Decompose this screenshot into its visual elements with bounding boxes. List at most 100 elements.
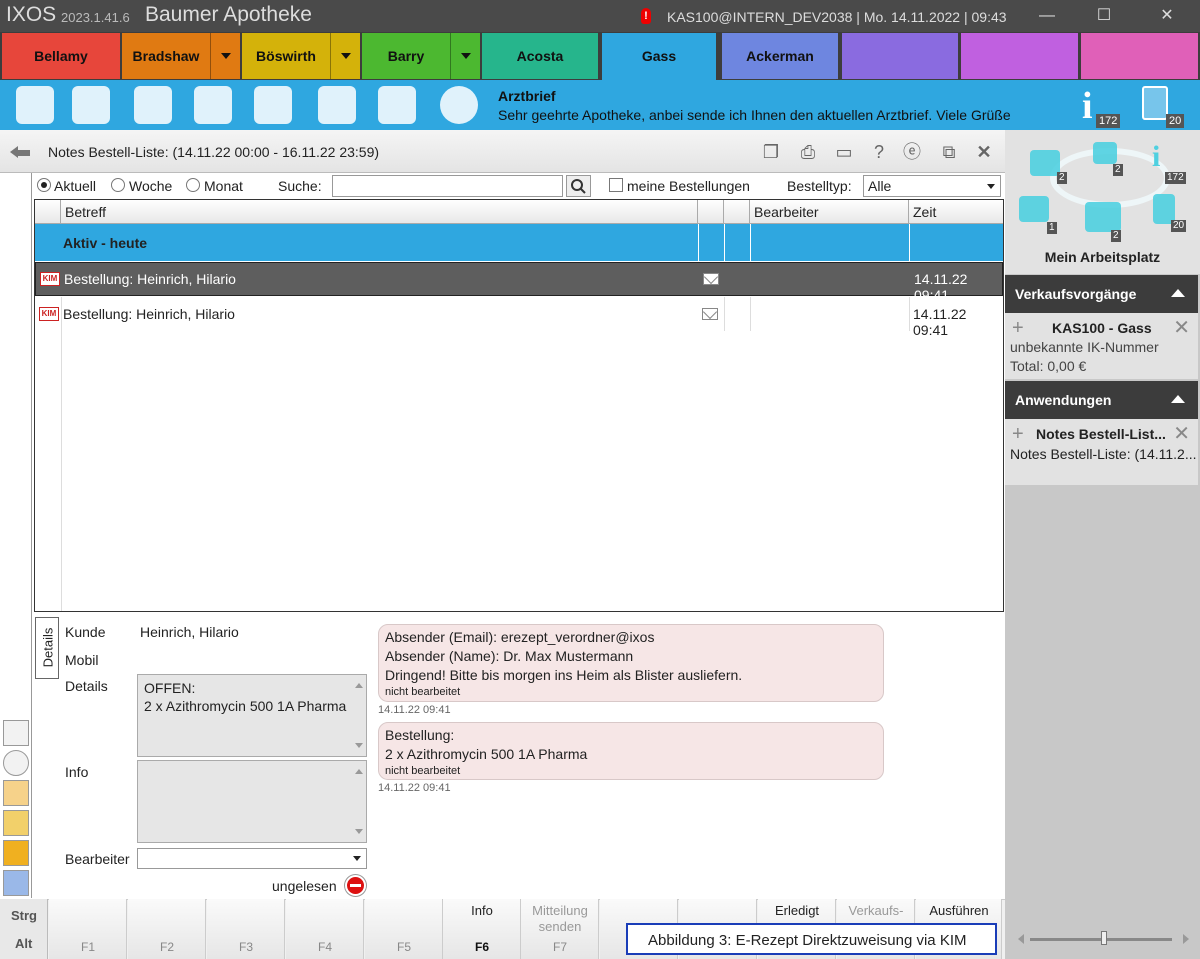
copy-icon[interactable]: ❐: [760, 141, 782, 163]
strg-label[interactable]: Strg: [11, 908, 37, 923]
col-bearbeiter[interactable]: Bearbeiter: [750, 200, 909, 224]
cart-icon[interactable]: [1093, 142, 1117, 164]
alt-label[interactable]: Alt: [15, 936, 32, 951]
tab-empty-3[interactable]: [1081, 33, 1198, 79]
chat-icon[interactable]: [3, 750, 29, 776]
chevron-left-icon[interactable]: [1013, 934, 1024, 944]
chevron-right-icon[interactable]: [1183, 934, 1194, 944]
handshake-icon[interactable]: [72, 86, 110, 124]
radio-aktuell-label: Aktuell: [54, 178, 97, 194]
table-row[interactable]: KIM Bestellung: Heinrich, Hilario 14.11.…: [35, 297, 1003, 338]
radio-woche[interactable]: [111, 178, 125, 192]
group-row[interactable]: Aktiv - heute: [35, 224, 1003, 261]
scrollbar[interactable]: [351, 675, 366, 756]
help-icon[interactable]: ?: [868, 141, 890, 163]
f1-button[interactable]: F1: [49, 899, 127, 959]
tab-gass[interactable]: Gass: [602, 33, 716, 80]
divider: [750, 224, 751, 261]
documents-icon[interactable]: [318, 86, 356, 124]
tab-bradshaw[interactable]: Bradshaw: [122, 33, 240, 79]
unread-icon[interactable]: [345, 875, 366, 896]
tab-boeswirth[interactable]: Böswirth: [242, 33, 360, 79]
medicine-bottle-icon[interactable]: [194, 86, 232, 124]
print-icon[interactable]: ⎙: [797, 141, 819, 163]
close-icon[interactable]: ✕: [1173, 318, 1190, 338]
tab-bellamy[interactable]: Bellamy: [2, 33, 120, 79]
tab-empty-1[interactable]: [842, 33, 958, 79]
f6-info-button[interactable]: Info F6: [443, 899, 521, 959]
maximize-button[interactable]: ☐: [1090, 4, 1118, 28]
f2-button[interactable]: F2: [128, 899, 206, 959]
my-orders-label: meine Bestellungen: [627, 178, 750, 194]
order-type-select[interactable]: Alle: [863, 175, 1001, 197]
sales-entry[interactable]: + KAS100 - Gass ✕ unbekannte IK-Nummer T…: [1005, 313, 1198, 379]
close-button[interactable]: ✕: [1153, 4, 1181, 28]
my-orders-checkbox[interactable]: [609, 178, 623, 192]
details-line: OFFEN:: [144, 680, 196, 696]
zoom-slider-handle[interactable]: [1101, 931, 1107, 945]
col-zeit[interactable]: Zeit: [909, 200, 1003, 224]
col-icon[interactable]: [35, 200, 61, 224]
detach-window-icon[interactable]: ⧉: [938, 141, 960, 163]
f5-button[interactable]: F5: [365, 899, 443, 959]
f4-button[interactable]: F4: [286, 899, 364, 959]
radio-aktuell[interactable]: [37, 178, 51, 192]
radio-monat[interactable]: [186, 178, 200, 192]
fkey-label: Ausführen: [929, 903, 989, 918]
chevron-down-icon[interactable]: [330, 33, 360, 79]
apps-entry[interactable]: + Notes Bestell-List... ✕ Notes Bestell-…: [1005, 419, 1198, 485]
sales-section-header[interactable]: Verkaufsvorgänge: [1005, 275, 1198, 313]
tab-acosta[interactable]: Acosta: [482, 33, 598, 79]
apps-section-header[interactable]: Anwendungen: [1005, 381, 1198, 419]
col-flag[interactable]: [724, 200, 750, 224]
plus-icon[interactable]: +: [1012, 318, 1024, 338]
back-arrow-icon[interactable]: [8, 144, 32, 160]
cart-icon[interactable]: [3, 840, 29, 866]
feet-icon[interactable]: [254, 86, 292, 124]
info-icon[interactable]: i: [1152, 140, 1160, 174]
details-textarea[interactable]: OFFEN: 2 x Azithromycin 500 1A Pharma: [137, 674, 367, 757]
info-icon[interactable]: i 172: [1078, 84, 1124, 128]
assignee-select[interactable]: [137, 848, 367, 869]
alert-icon[interactable]: !: [641, 8, 651, 24]
details-tab[interactable]: Details: [35, 617, 59, 679]
minimize-button[interactable]: —: [1033, 4, 1061, 28]
calendar-icon[interactable]: [3, 780, 29, 806]
tab-label: Acosta: [516, 48, 564, 64]
register-icon[interactable]: [1030, 150, 1060, 176]
table-row[interactable]: KIM Bestellung: Heinrich, Hilario 14.11.…: [35, 262, 1003, 303]
monitor-icon[interactable]: ▭: [833, 141, 855, 163]
tab-ackerman[interactable]: Ackerman: [722, 33, 838, 79]
checklist-icon[interactable]: [3, 810, 29, 836]
boxes-icon[interactable]: [378, 86, 416, 124]
tab-barry[interactable]: Barry: [362, 33, 480, 79]
left-quickbar: [0, 173, 32, 898]
zoom-bar: [1005, 899, 1200, 959]
scrollbar[interactable]: [351, 761, 366, 842]
chevron-down-icon[interactable]: [450, 33, 480, 79]
order-list-icon[interactable]: [3, 870, 29, 896]
chevron-down-icon[interactable]: [210, 33, 240, 79]
clipboard-icon[interactable]: 20: [1138, 84, 1188, 128]
search-button[interactable]: [566, 175, 591, 197]
documents-icon[interactable]: [1085, 202, 1121, 232]
register-icon[interactable]: [1019, 196, 1049, 222]
bag-icon[interactable]: [134, 86, 172, 124]
info-textarea[interactable]: [137, 760, 367, 843]
col-betreff[interactable]: Betreff: [61, 200, 698, 224]
tab-empty-2[interactable]: [961, 33, 1078, 79]
mail-icon[interactable]: [3, 720, 29, 746]
close-panel-icon[interactable]: ✕: [973, 141, 995, 163]
mortar-icon[interactable]: [16, 86, 54, 124]
f3-button[interactable]: F3: [207, 899, 285, 959]
search-input[interactable]: [332, 175, 563, 197]
sales-entry-line: Total: 0,00 €: [1010, 358, 1087, 374]
plus-icon[interactable]: +: [1012, 424, 1024, 444]
notification-title: Arztbrief: [498, 88, 556, 104]
e-icon[interactable]: ⓔ: [901, 141, 923, 163]
badge: 2: [1111, 230, 1121, 242]
col-mail[interactable]: [698, 200, 724, 224]
close-icon[interactable]: ✕: [1173, 424, 1190, 444]
p-logo-icon[interactable]: [440, 86, 478, 124]
f7-send-message-button[interactable]: Mitteilung senden F7: [521, 899, 599, 959]
